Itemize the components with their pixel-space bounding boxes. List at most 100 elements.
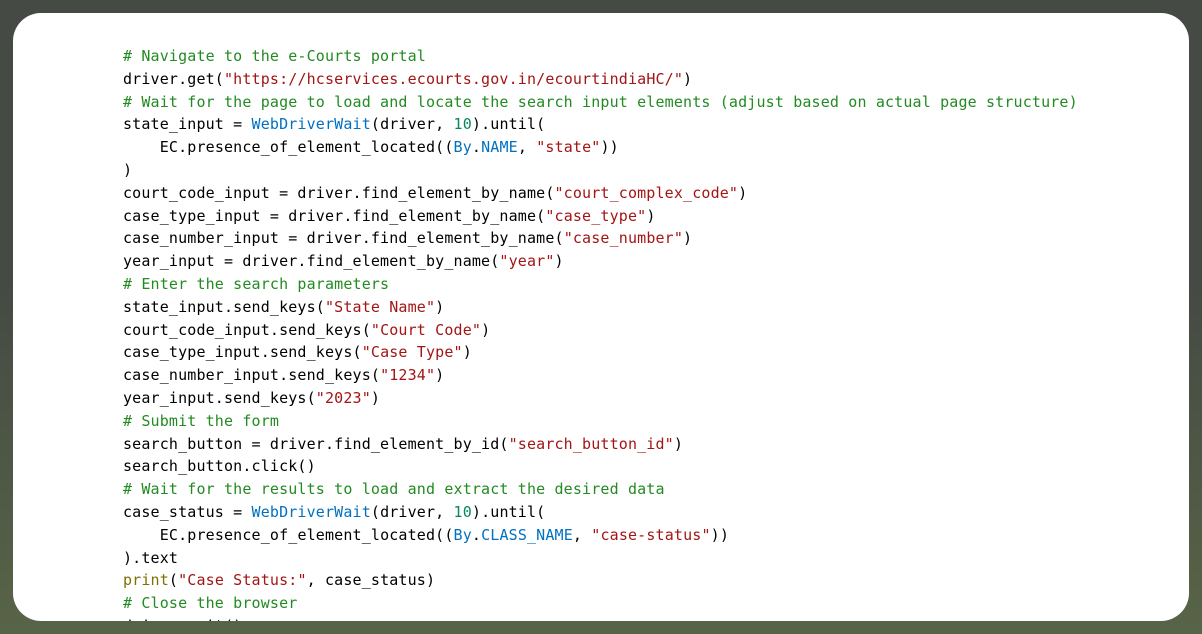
string-literal: "year" xyxy=(499,252,554,270)
indent xyxy=(123,526,160,544)
code-line: # Close the browser xyxy=(123,594,297,612)
code-text: ) xyxy=(674,435,683,453)
code-line: search_button.click() xyxy=(123,457,316,475)
code-line: # Navigate to the e-Courts portal xyxy=(123,47,426,65)
code-text: year_input.send_keys( xyxy=(123,389,316,407)
code-text: , xyxy=(573,526,591,544)
string-literal: "search_button_id" xyxy=(509,435,674,453)
comment: # Enter the search parameters xyxy=(123,275,389,293)
builtin-func: print xyxy=(123,571,169,589)
string-literal: "state" xyxy=(536,138,600,156)
comment: # Close the browser xyxy=(123,594,297,612)
code-line: court_code_input = driver.find_element_b… xyxy=(123,184,747,202)
code-line: search_button = driver.find_element_by_i… xyxy=(123,435,683,453)
code-text: (driver, xyxy=(371,115,454,133)
string-literal: "case-status" xyxy=(591,526,710,544)
code-text: year_input = driver.find_element_by_name… xyxy=(123,252,499,270)
code-text: case_type_input.send_keys( xyxy=(123,343,362,361)
code-text: ( xyxy=(169,571,178,589)
code-line: case_number_input = driver.find_element_… xyxy=(123,229,692,247)
code-text: case_number_input.send_keys( xyxy=(123,366,380,384)
code-line: year_input = driver.find_element_by_name… xyxy=(123,252,564,270)
code-text: ).text xyxy=(123,549,178,567)
code-text: case_status = xyxy=(123,503,252,521)
code-text: search_button.click() xyxy=(123,457,316,475)
code-line: state_input.send_keys("State Name") xyxy=(123,298,444,316)
code-text: ) xyxy=(371,389,380,407)
member-name: NAME xyxy=(481,138,518,156)
number-literal: 10 xyxy=(454,115,472,133)
code-text: court_code_input.send_keys( xyxy=(123,321,371,339)
builtin-name: By xyxy=(454,526,472,544)
code-text: ) xyxy=(481,321,490,339)
code-card: # Navigate to the e-Courts portal driver… xyxy=(13,13,1189,621)
code-text: , xyxy=(518,138,536,156)
member-name: CLASS_NAME xyxy=(481,526,573,544)
code-text: ) xyxy=(683,229,692,247)
code-text: driver.get( xyxy=(123,70,224,88)
code-text: ) xyxy=(463,343,472,361)
code-text: ) xyxy=(683,70,692,88)
code-line: # Enter the search parameters xyxy=(123,275,389,293)
string-literal: "Court Code" xyxy=(371,321,481,339)
code-text: ) xyxy=(123,161,132,179)
code-text: court_code_input = driver.find_element_b… xyxy=(123,184,555,202)
code-line: case_type_input = driver.find_element_by… xyxy=(123,207,656,225)
code-text: ).until( xyxy=(472,115,545,133)
code-text: ) xyxy=(738,184,747,202)
code-text: EC.presence_of_element_located(( xyxy=(160,526,454,544)
code-text: EC.presence_of_element_located(( xyxy=(160,138,454,156)
code-text: (driver, xyxy=(371,503,454,521)
code-text: )) xyxy=(600,138,618,156)
builtin-name: WebDriverWait xyxy=(252,115,371,133)
code-text: case_number_input = driver.find_element_… xyxy=(123,229,564,247)
code-text: . xyxy=(472,526,481,544)
string-literal: "case_number" xyxy=(564,229,683,247)
builtin-name: WebDriverWait xyxy=(252,503,371,521)
code-line: ) xyxy=(123,161,132,179)
code-line: state_input = WebDriverWait(driver, 10).… xyxy=(123,115,545,133)
code-line: print("Case Status:", case_status) xyxy=(123,571,435,589)
code-line: case_number_input.send_keys("1234") xyxy=(123,366,444,384)
builtin-name: By xyxy=(454,138,472,156)
string-literal: "Case Type" xyxy=(362,343,463,361)
comment: # Submit the form xyxy=(123,412,279,430)
code-line: # Wait for the page to load and locate t… xyxy=(123,93,1078,111)
code-text: ) xyxy=(435,298,444,316)
string-literal: "2023" xyxy=(316,389,371,407)
code-text: driver.quit() xyxy=(123,617,242,621)
string-literal: "case_type" xyxy=(545,207,646,225)
code-line: driver.quit() xyxy=(123,617,242,621)
code-line: # Submit the form xyxy=(123,412,279,430)
code-line: ).text xyxy=(123,549,178,567)
string-literal: "https://hcservices.ecourts.gov.in/ecour… xyxy=(224,70,683,88)
code-line: driver.get("https://hcservices.ecourts.g… xyxy=(123,70,692,88)
code-line: court_code_input.send_keys("Court Code") xyxy=(123,321,490,339)
code-line: case_type_input.send_keys("Case Type") xyxy=(123,343,472,361)
code-line: year_input.send_keys("2023") xyxy=(123,389,380,407)
code-line: EC.presence_of_element_located((By.CLASS… xyxy=(123,526,729,544)
code-text: state_input = xyxy=(123,115,252,133)
code-line: case_status = WebDriverWait(driver, 10).… xyxy=(123,503,545,521)
comment: # Navigate to the e-Courts portal xyxy=(123,47,426,65)
number-literal: 10 xyxy=(454,503,472,521)
code-text: ).until( xyxy=(472,503,545,521)
code-line: EC.presence_of_element_located((By.NAME,… xyxy=(123,138,619,156)
code-text: case_type_input = driver.find_element_by… xyxy=(123,207,545,225)
indent xyxy=(123,138,160,156)
code-line: # Wait for the results to load and extra… xyxy=(123,480,665,498)
code-text: ) xyxy=(435,366,444,384)
code-text: ) xyxy=(555,252,564,270)
string-literal: "State Name" xyxy=(325,298,435,316)
code-text: search_button = driver.find_element_by_i… xyxy=(123,435,509,453)
string-literal: "court_complex_code" xyxy=(555,184,739,202)
comment: # Wait for the results to load and extra… xyxy=(123,480,665,498)
code-text: . xyxy=(472,138,481,156)
code-text: ) xyxy=(646,207,655,225)
string-literal: "Case Status:" xyxy=(178,571,307,589)
comment: # Wait for the page to load and locate t… xyxy=(123,93,1078,111)
code-text: , case_status) xyxy=(307,571,436,589)
code-text: )) xyxy=(711,526,729,544)
string-literal: "1234" xyxy=(380,366,435,384)
code-block: # Navigate to the e-Courts portal driver… xyxy=(33,45,1169,621)
